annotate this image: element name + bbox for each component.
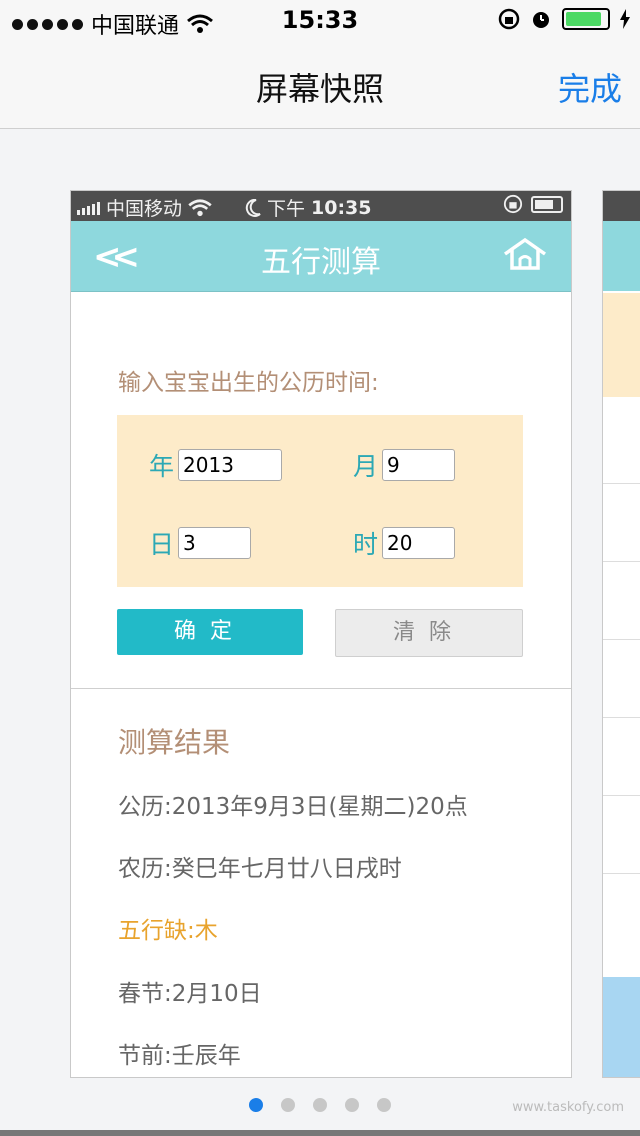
month-field-group: 月 [353,447,456,483]
section-divider [71,688,571,689]
inner-carrier: 中国移动 [106,198,183,220]
year-label: 年 [149,452,175,481]
page-title: 屏幕快照 [255,70,384,108]
moon-icon [245,198,261,217]
inner-wifi-icon [188,198,212,216]
app-title: 五行测算 [261,245,381,280]
result-lunar-date: 农历:癸巳年七月廿八日戌时 [118,856,402,882]
baby-photo [603,977,640,1077]
navigation-bar: 屏幕快照 完成 [0,42,640,129]
year-field-group: 年 [149,447,283,483]
signal-bars-icon [77,201,100,215]
hour-input[interactable] [382,527,456,559]
result-spring-festival: 春节:2月10日 [118,981,262,1007]
status-right [498,8,630,30]
result-solar-date: 公历:2013年9月3日(星期二)20点 [118,794,468,820]
clear-button[interactable]: 清除 [335,609,523,657]
page-dot-3[interactable] [313,1098,327,1112]
next-snapshot-card[interactable] [602,190,640,1078]
done-button[interactable]: 完成 [558,64,622,110]
hour-label: 时 [353,530,379,559]
inner-battery-icon [531,195,563,213]
page-dot-5[interactable] [377,1098,391,1112]
year-input[interactable] [178,449,283,481]
alarm-icon [533,12,549,28]
result-before-festival: 节前:壬辰年 [118,1043,241,1069]
inner-time-prefix: 下午 [267,198,306,220]
result-title: 测算结果 [118,726,231,759]
charging-icon [620,9,630,29]
day-field-group: 日 [149,525,252,561]
day-input[interactable] [178,527,252,559]
inner-time: 10:35 [311,196,372,219]
page-dot-4[interactable] [345,1098,359,1112]
month-label: 月 [353,452,379,481]
app-header: << 五行测算 [71,221,571,292]
month-input[interactable] [382,449,456,481]
rotation-lock-icon [498,8,520,30]
birth-input-panel: 年 月 日 时 [117,415,523,587]
inner-rotation-lock-icon [503,194,523,214]
day-label: 日 [149,530,175,559]
battery-icon [562,8,610,30]
inner-status-bar: 中国移动 下午 10:35 [71,191,571,221]
status-bar: 中国联通 15:33 [0,0,640,42]
hour-field-group: 时 [353,525,456,561]
page-dot-1[interactable] [249,1098,263,1112]
snapshot-card[interactable]: 中国移动 下午 10:35 << 五行测算 输入宝宝出生的公历时间: 年 201… [70,190,572,1078]
birth-time-prompt: 输入宝宝出生的公历时间: [118,370,379,396]
page-dot-2[interactable] [281,1098,295,1112]
result-missing-element: 五行缺:木 [118,918,218,944]
watermark: www.taskofy.com [512,1100,624,1115]
home-icon[interactable] [503,237,547,271]
bottom-edge [0,1130,640,1136]
confirm-button[interactable]: 确定 [117,609,303,655]
